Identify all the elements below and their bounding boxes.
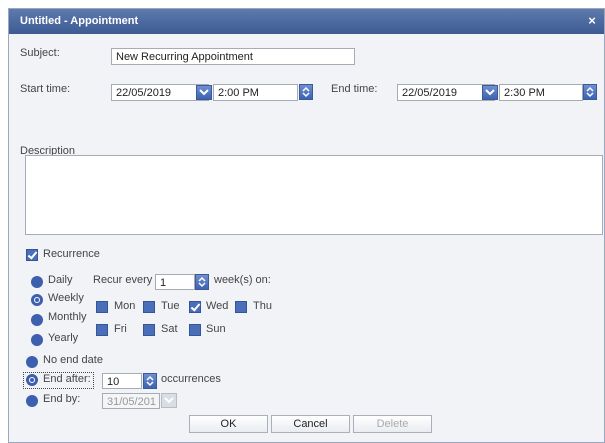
- occurrences-label: occurrences: [161, 373, 221, 385]
- friday-checkbox[interactable]: [96, 324, 108, 336]
- end-after-label: End after:: [43, 373, 91, 385]
- spinner-arrows-icon: [586, 86, 594, 98]
- start-time-value: 2:00 PM: [218, 87, 259, 99]
- start-time-spinner[interactable]: [299, 84, 313, 100]
- monthly-radio[interactable]: [31, 314, 43, 326]
- monday-label: Mon: [114, 300, 136, 312]
- delete-button[interactable]: Delete: [353, 415, 432, 433]
- end-time-spinner[interactable]: [583, 84, 597, 100]
- spinner-arrows-icon: [198, 276, 206, 288]
- thursday-label: Thu: [253, 300, 272, 312]
- weekly-radio[interactable]: [31, 294, 43, 306]
- end-by-radio[interactable]: [26, 395, 38, 407]
- end-date-value: 22/05/2019: [402, 87, 458, 99]
- end-time-input[interactable]: 2:30 PM: [499, 84, 583, 101]
- end-by-date-value: 31/05/201: [107, 396, 156, 408]
- subject-label: Subject:: [20, 47, 60, 59]
- end-date-dropdown-button[interactable]: [482, 85, 498, 100]
- end-time-label: End time:: [331, 83, 378, 95]
- start-date-dropdown-button[interactable]: [196, 85, 212, 100]
- recur-every-spinner[interactable]: [195, 274, 209, 290]
- saturday-checkbox[interactable]: [143, 324, 155, 336]
- end-after-spinner[interactable]: [143, 373, 157, 389]
- window-title: Untitled - Appointment: [20, 15, 139, 27]
- recurrence-checkbox[interactable]: [26, 249, 38, 261]
- appointment-window: Untitled - Appointment × Subject: New Re…: [8, 8, 605, 443]
- spinner-arrows-icon: [146, 375, 154, 387]
- monday-checkbox[interactable]: [96, 301, 108, 313]
- cancel-button[interactable]: Cancel: [271, 415, 350, 433]
- tuesday-checkbox[interactable]: [143, 301, 155, 313]
- end-by-label: End by:: [43, 393, 81, 405]
- end-after-radio[interactable]: [26, 374, 38, 386]
- weeks-on-label: week(s) on:: [214, 274, 271, 286]
- end-by-dropdown-button[interactable]: [161, 393, 177, 408]
- friday-label: Fri: [114, 323, 127, 335]
- wednesday-label: Wed: [206, 300, 229, 312]
- start-time-input[interactable]: 2:00 PM: [213, 84, 298, 101]
- title-bar: Untitled - Appointment ×: [9, 9, 604, 34]
- yearly-radio[interactable]: [31, 334, 43, 346]
- end-after-input[interactable]: 10: [102, 373, 142, 389]
- subject-input[interactable]: New Recurring Appointment: [111, 48, 355, 65]
- ok-button[interactable]: OK: [189, 415, 268, 433]
- recur-every-value: 1: [160, 277, 167, 289]
- recurrence-label: Recurrence: [43, 248, 100, 260]
- end-after-value: 10: [107, 376, 120, 388]
- start-time-label: Start time:: [20, 83, 71, 95]
- end-time-value: 2:30 PM: [504, 87, 545, 99]
- start-date-value: 22/05/2019: [116, 87, 172, 99]
- yearly-label: Yearly: [48, 332, 79, 344]
- monthly-label: Monthly: [48, 311, 87, 323]
- sunday-checkbox[interactable]: [189, 324, 201, 336]
- chevron-down-icon: [164, 397, 174, 404]
- sunday-label: Sun: [206, 323, 226, 335]
- recur-every-input[interactable]: 1: [155, 274, 195, 290]
- tuesday-label: Tue: [161, 300, 180, 312]
- start-date-input[interactable]: 22/05/2019: [111, 84, 209, 101]
- spinner-arrows-icon: [302, 86, 310, 98]
- no-end-date-radio[interactable]: [26, 356, 38, 368]
- description-textarea[interactable]: [25, 155, 603, 235]
- saturday-label: Sat: [161, 323, 178, 335]
- daily-radio[interactable]: [31, 276, 43, 288]
- wednesday-checkbox[interactable]: [189, 301, 201, 313]
- weekly-label: Weekly: [48, 292, 84, 304]
- chevron-down-icon: [199, 89, 209, 96]
- daily-label: Daily: [48, 274, 73, 286]
- no-end-date-label: No end date: [43, 354, 103, 366]
- thursday-checkbox[interactable]: [235, 301, 247, 313]
- recur-every-label: Recur every: [93, 274, 153, 286]
- end-date-input[interactable]: 22/05/2019: [397, 84, 495, 101]
- chevron-down-icon: [485, 89, 495, 96]
- end-by-date-input[interactable]: 31/05/201: [102, 393, 160, 409]
- close-icon[interactable]: ×: [584, 13, 600, 29]
